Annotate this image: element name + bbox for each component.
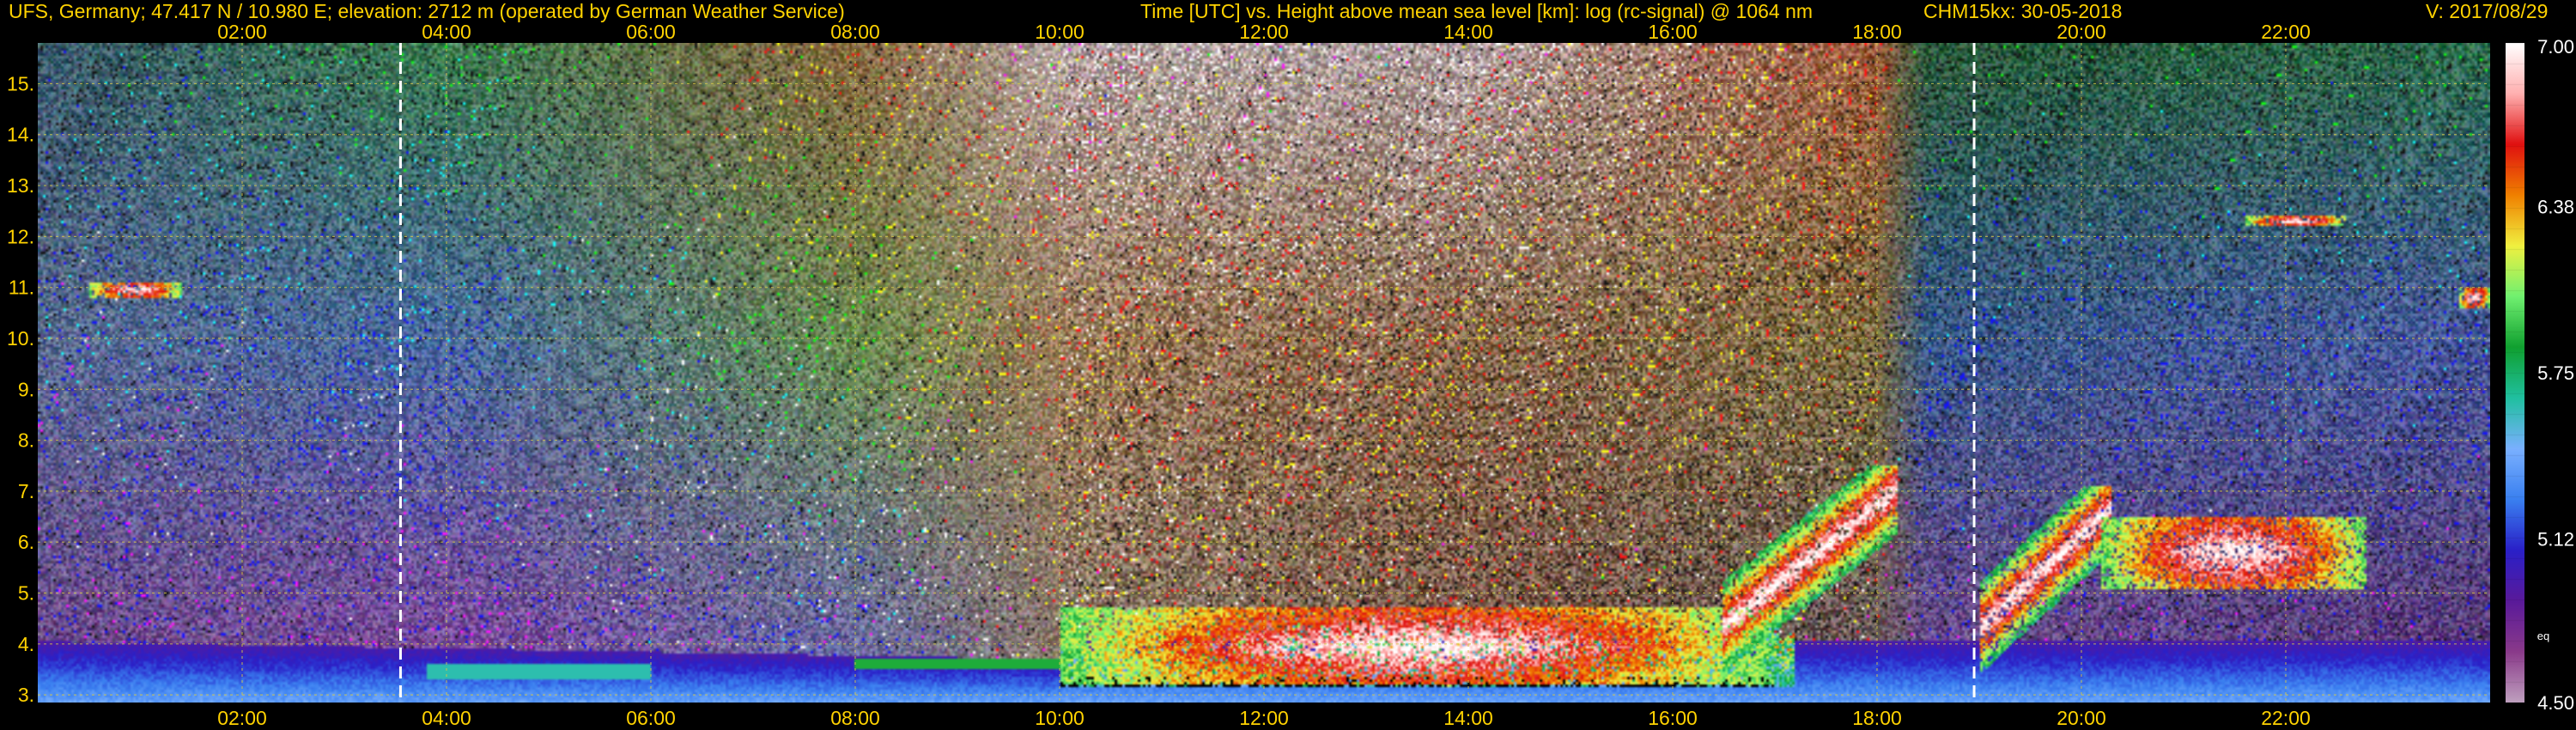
x-tick-label-top: 06:00 [626, 21, 676, 43]
x-tick-label-top: 10:00 [1035, 21, 1084, 43]
colorbar-tick-label: 5.12 [2537, 529, 2574, 551]
y-ticks: 3. 4. 5. 6. 7. 8. 9. 10. 11. 12. 13. 14. 15. [7, 72, 34, 706]
x-tick-label-top: 08:00 [830, 21, 880, 43]
colorbar-tick-label: 4.50 [2537, 692, 2574, 714]
x-tick-label-top: 12:00 [1239, 21, 1289, 43]
colorbar-extra-label: eq [2537, 630, 2549, 642]
x-tick-label-bottom: 02:00 [217, 707, 267, 729]
x-tick-label-bottom: 12:00 [1239, 707, 1289, 729]
grid-lines [38, 43, 2490, 703]
x-tick-label-bottom: 14:00 [1443, 707, 1493, 729]
x-tick-label-top: 14:00 [1443, 21, 1493, 43]
y-tick-label: 15. [7, 72, 34, 94]
x-tick-label-bottom: 08:00 [830, 707, 880, 729]
x-tick-label-bottom: 22:00 [2261, 707, 2311, 729]
y-tick-label: 14. [7, 124, 34, 146]
x-tick-label-top: 20:00 [2057, 21, 2106, 43]
x-tick-label-top: 18:00 [1852, 21, 1902, 43]
x-tick-label-bottom: 06:00 [626, 707, 676, 729]
x-tick-label-top: 16:00 [1648, 21, 1698, 43]
x-ticks-top: 02:00 04:00 06:00 08:00 10:00 12:00 14:00 16:00… [217, 21, 2311, 43]
y-tick-label: 12. [7, 225, 34, 247]
y-tick-label: 4. [18, 633, 34, 655]
chart-overlay: 02:00 04:00 06:00 08:00 10:00 12:00 14:00 16:00… [7, 21, 2574, 729]
x-tick-label-bottom: 10:00 [1035, 707, 1084, 729]
x-tick-label-bottom: 20:00 [2057, 707, 2106, 729]
x-tick-label-bottom: 16:00 [1648, 707, 1698, 729]
y-tick-label: 5. [18, 581, 34, 604]
marker-lines [398, 43, 1976, 703]
y-tick-label: 8. [18, 429, 34, 452]
y-tick-label: 11. [9, 277, 34, 299]
x-tick-label-top: 22:00 [2261, 21, 2311, 43]
y-tick-label: 13. [7, 174, 34, 197]
colorbar-ticks: 7.00 6.38 5.75 5.12 4.50 eq [2537, 36, 2574, 714]
x-tick-label-top: 04:00 [422, 21, 471, 43]
y-tick-label: 6. [18, 531, 34, 553]
colorbar-tick-label: 7.00 [2537, 36, 2574, 58]
y-tick-label: 7. [18, 480, 34, 502]
x-tick-label-bottom: 04:00 [422, 707, 471, 729]
x-tick-label-top: 02:00 [217, 21, 267, 43]
y-tick-label: 10. [7, 327, 34, 350]
colorbar-tick-label: 5.75 [2537, 362, 2574, 384]
x-ticks-bottom: 02:00 04:00 06:00 08:00 10:00 12:00 14:00 16:00… [217, 707, 2311, 729]
x-tick-label-bottom: 18:00 [1852, 707, 1902, 729]
y-tick-label: 3. [18, 684, 34, 706]
y-tick-label: 9. [18, 378, 34, 400]
colorbar-tick-label: 6.38 [2537, 196, 2574, 217]
